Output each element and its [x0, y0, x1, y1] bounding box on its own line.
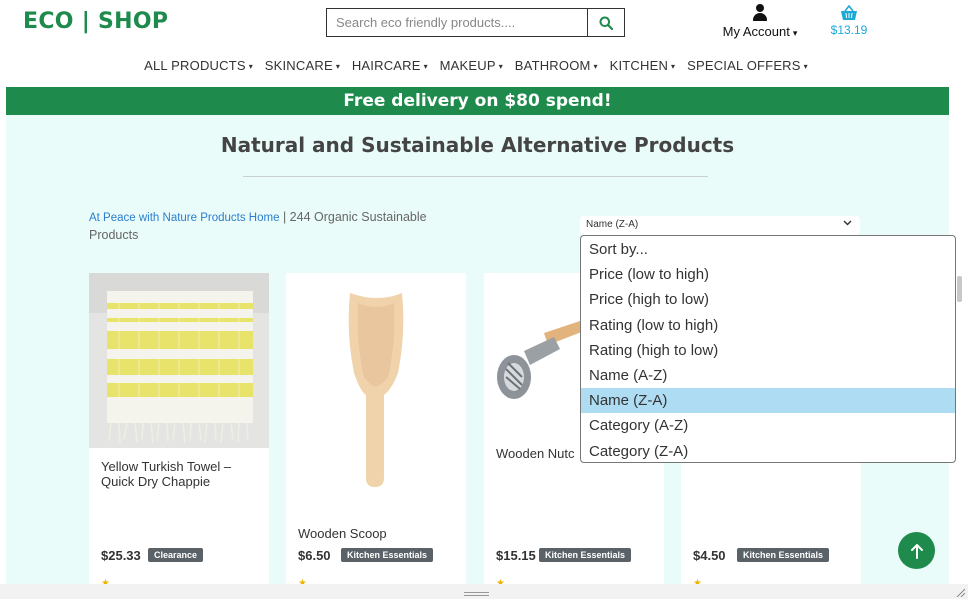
nav-item-bathroom[interactable]: BATHROOM ▾ — [515, 58, 598, 73]
sort-option[interactable]: Rating (high to low) — [581, 338, 955, 363]
scroll-to-top-button[interactable] — [898, 532, 935, 569]
vertical-scrollbar-thumb[interactable] — [957, 276, 962, 302]
sort-dropdown-list: Sort by... Price (low to high) Price (hi… — [580, 235, 956, 463]
sort-option-selected[interactable]: Name (Z-A) — [581, 388, 955, 414]
nav-item-skincare[interactable]: SKINCARE ▾ — [265, 58, 340, 73]
drag-handle[interactable] — [464, 592, 489, 596]
sort-select[interactable]: Name (Z-A) — [580, 216, 860, 235]
product-title[interactable]: Yellow Turkish Towel – Quick Dry Chappie — [101, 459, 251, 489]
search-icon — [599, 16, 613, 30]
chevron-down-icon — [843, 218, 852, 229]
product-title[interactable]: Wooden Scoop — [298, 526, 387, 541]
page-title: Natural and Sustainable Alternative Prod… — [220, 133, 735, 157]
cart-total: $13.19 — [830, 23, 868, 37]
sort-selected-value: Name (Z-A) — [586, 219, 639, 230]
sort-option[interactable]: Name (A-Z) — [581, 363, 955, 388]
search-button[interactable] — [588, 9, 624, 36]
breadcrumb-home-link[interactable]: At Peace with Nature Products Home — [89, 212, 279, 224]
product-price: $25.33 — [101, 548, 141, 563]
product-price: $15.15 — [496, 548, 536, 563]
category-badge: Kitchen Essentials — [341, 548, 434, 562]
breadcrumb: At Peace with Nature Products Home | 244… — [89, 209, 449, 244]
user-icon — [752, 4, 768, 21]
product-image-wooden-scoop[interactable] — [286, 273, 466, 493]
title-divider — [243, 176, 708, 177]
category-badge: Kitchen Essentials — [539, 548, 632, 562]
product-card[interactable]: Wooden Scoop $6.50 Kitchen Essentials ★ — [286, 273, 466, 593]
nav-item-kitchen[interactable]: KITCHEN ▾ — [610, 58, 676, 73]
product-image-yellow-towel[interactable] — [89, 273, 269, 448]
site-header: ECO | SHOP My Account▾ $13.19 ALL PRODUC… — [0, 0, 968, 88]
search-bar — [326, 8, 625, 37]
sort-option[interactable]: Category (A-Z) — [581, 413, 955, 438]
product-price: $6.50 — [298, 548, 331, 563]
product-price: $4.50 — [693, 548, 726, 563]
site-logo[interactable]: ECO | SHOP — [23, 9, 168, 34]
sort-option[interactable]: Price (low to high) — [581, 262, 955, 287]
resize-grip-icon[interactable] — [955, 587, 965, 597]
free-delivery-banner: Free delivery on $80 spend! — [6, 87, 949, 115]
search-input[interactable] — [327, 9, 588, 36]
sort-option[interactable]: Sort by... — [581, 237, 955, 262]
sort-option[interactable]: Category (Z-A) — [581, 439, 955, 464]
sort-option[interactable]: Price (high to low) — [581, 287, 955, 312]
shopping-cart[interactable]: $13.19 — [829, 5, 869, 37]
sort-option[interactable]: Rating (low to high) — [581, 313, 955, 338]
category-badge: Kitchen Essentials — [737, 548, 830, 562]
product-title[interactable]: Wooden Nutc — [496, 446, 575, 461]
nav-item-haircare[interactable]: HAIRCARE ▾ — [352, 58, 428, 73]
nav-item-all-products[interactable]: ALL PRODUCTS ▾ — [144, 58, 253, 73]
category-badge: Clearance — [148, 548, 204, 562]
nav-item-makeup[interactable]: MAKEUP ▾ — [440, 58, 503, 73]
main-nav: ALL PRODUCTS ▾ SKINCARE ▾ HAIRCARE ▾ MAKEUP… — [0, 58, 952, 73]
my-account-menu[interactable]: My Account ▾ — [712, 4, 808, 39]
my-account-label: My Account — [722, 24, 790, 39]
dropdown-caret-icon: ▾ — [792, 28, 798, 38]
shopping-basket-icon — [841, 5, 857, 20]
bottom-bar — [0, 584, 968, 599]
product-card[interactable]: Yellow Turkish Towel – Quick Dry Chappie… — [89, 273, 269, 593]
nav-item-special-offers[interactable]: SPECIAL OFFERS ▾ — [687, 58, 808, 73]
arrow-up-icon — [910, 543, 923, 559]
